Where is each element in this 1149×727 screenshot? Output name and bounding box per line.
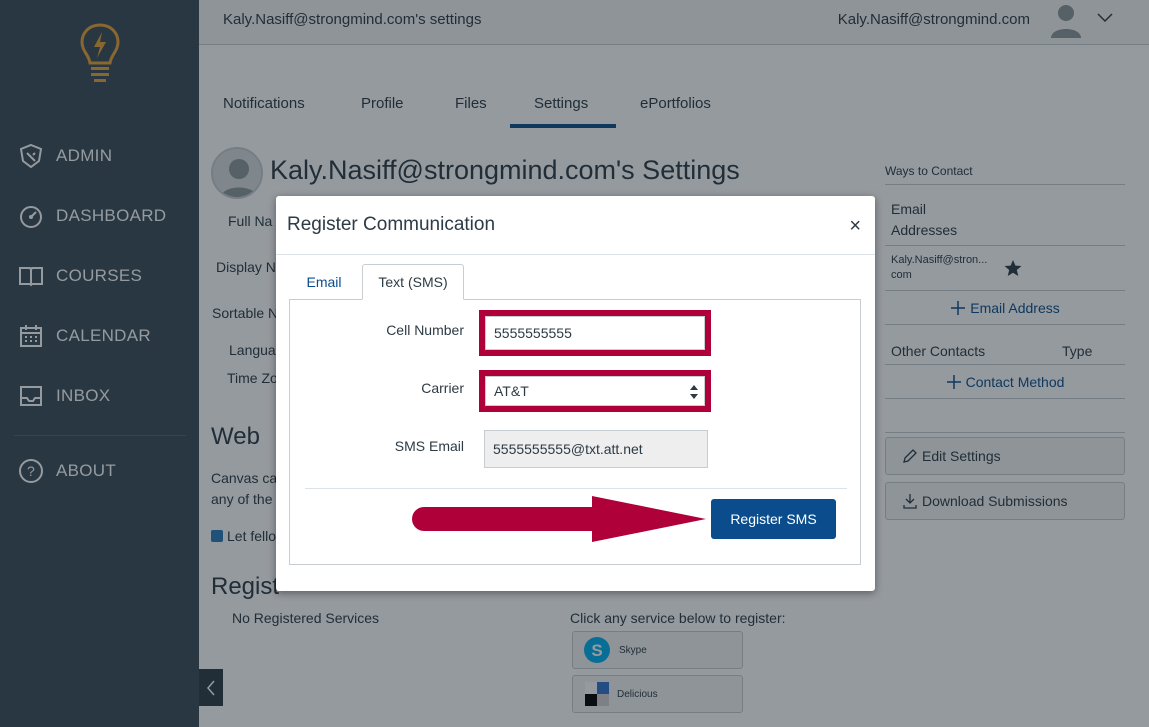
carrier-select[interactable]: AT&T <box>485 376 705 406</box>
cell-number-value: 5555555555 <box>494 325 572 341</box>
dialog-divider <box>305 488 847 489</box>
dialog-header: Register Communication × <box>276 196 875 255</box>
annotation-arrow-icon <box>412 496 706 542</box>
dialog-tabs: Email Text (SMS) <box>290 264 861 300</box>
select-arrows-icon <box>690 385 698 399</box>
tab-email[interactable]: Email <box>290 264 358 300</box>
close-icon[interactable]: × <box>849 216 861 236</box>
tab-text-sms[interactable]: Text (SMS) <box>362 264 464 300</box>
sms-email-value: 5555555555@txt.att.net <box>493 441 643 457</box>
dialog-title: Register Communication <box>287 214 496 235</box>
carrier-label: Carrier <box>421 380 464 396</box>
cell-number-label: Cell Number <box>386 322 464 338</box>
carrier-value: AT&T <box>494 383 529 399</box>
register-sms-button[interactable]: Register SMS <box>711 499 836 539</box>
sms-email-label: SMS Email <box>394 438 464 454</box>
sms-email-field: 5555555555@txt.att.net <box>484 430 708 468</box>
cell-number-input[interactable]: 5555555555 <box>485 316 705 350</box>
